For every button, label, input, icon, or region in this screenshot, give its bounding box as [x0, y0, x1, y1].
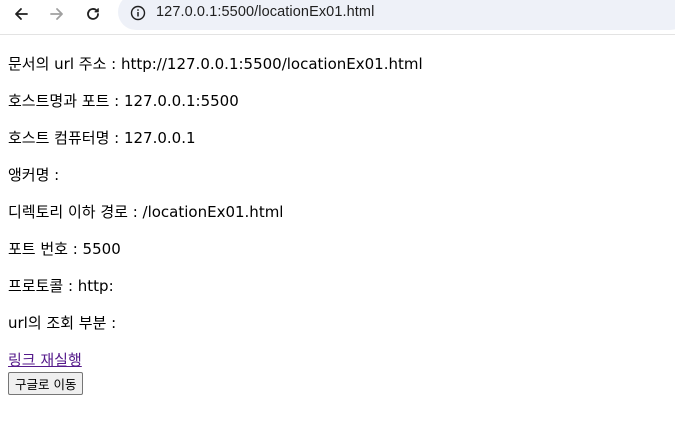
browser-toolbar: 127.0.0.1:5500/locationEx01.html: [0, 0, 675, 35]
document-url-line: 문서의 url 주소 : http://127.0.0.1:5500/locat…: [8, 55, 423, 73]
port-line: 포트 번호 : 5500: [8, 240, 121, 258]
reload-icon: [85, 6, 101, 26]
rerun-link[interactable]: 링크 재실행: [8, 350, 82, 370]
go-to-google-button[interactable]: 구글로 이동: [8, 372, 84, 395]
reload-button[interactable]: [79, 2, 107, 30]
arrow-right-icon: [49, 6, 65, 26]
back-button[interactable]: [7, 2, 35, 30]
host-line: 호스트명과 포트 : 127.0.0.1:5500: [8, 92, 239, 110]
forward-button[interactable]: [43, 2, 71, 30]
info-circle-icon: [130, 5, 146, 25]
address-bar[interactable]: 127.0.0.1:5500/locationEx01.html: [118, 0, 675, 30]
url-text[interactable]: 127.0.0.1:5500/locationEx01.html: [156, 4, 374, 20]
hash-line: 앵커명 :: [8, 166, 60, 184]
page-content: 문서의 url 주소 : http://127.0.0.1:5500/locat…: [0, 35, 675, 395]
search-line: url의 조회 부분 :: [8, 314, 117, 332]
arrow-left-icon: [13, 6, 29, 26]
pathname-line: 디렉토리 이하 경로 : /locationEx01.html: [8, 203, 284, 221]
protocol-line: 프로토콜 : http:: [8, 277, 114, 295]
site-info-button[interactable]: [128, 5, 148, 25]
hostname-line: 호스트 컴퓨터명 : 127.0.0.1: [8, 129, 196, 147]
